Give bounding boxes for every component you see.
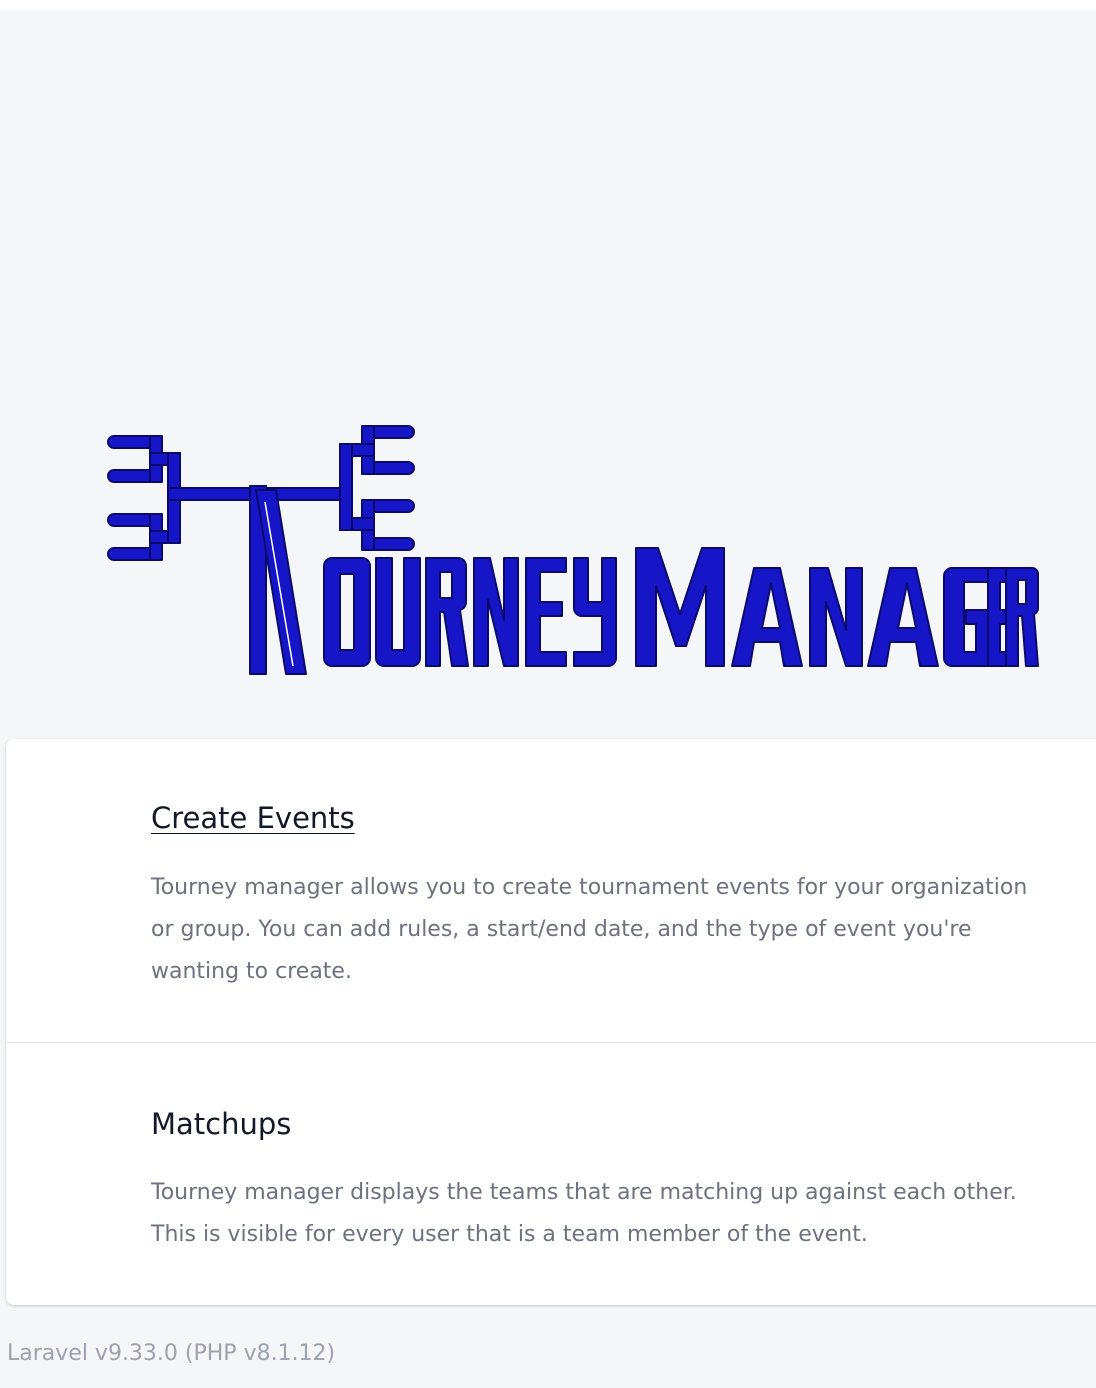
features-card: Create Events Tourney manager allows you… [6,739,1096,1305]
matchups-description: Tourney manager displays the teams that … [151,1180,1017,1247]
matchups-title: Matchups [151,1107,292,1141]
framework-version: Laravel v9.33.0 (PHP v8.1.12) [7,1341,336,1366]
create-events-link[interactable]: Create Events [151,801,355,835]
top-strip [0,0,1096,10]
feature-matchups: Matchups Tourney manager displays the te… [6,1043,1096,1305]
tourney-manager-logo: .b { fill: #1616c8; stroke: #0b0b6e; str… [100,420,1040,682]
create-events-description: Tourney manager allows you to create tou… [151,875,1028,984]
feature-create-events: Create Events Tourney manager allows you… [6,739,1096,1043]
